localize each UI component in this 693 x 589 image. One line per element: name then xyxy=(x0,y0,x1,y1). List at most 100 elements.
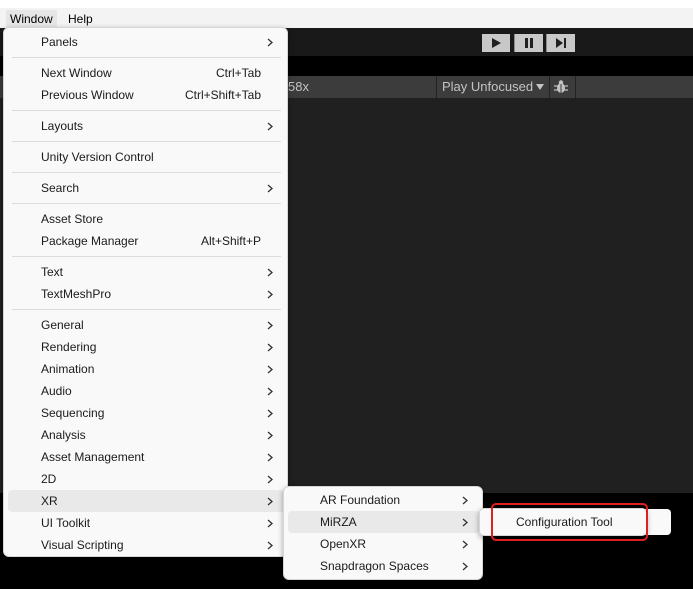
menu-item-sequencing[interactable]: Sequencing xyxy=(8,402,285,424)
play-icon xyxy=(492,38,501,48)
menu-item-label: AR Foundation xyxy=(320,493,401,507)
menu-item-textmeshpro[interactable]: TextMeshPro xyxy=(8,283,285,305)
menu-item-label: General xyxy=(41,318,84,332)
separator xyxy=(12,256,281,257)
menu-item-previous-window[interactable]: Previous Window Ctrl+Shift+Tab xyxy=(8,84,285,106)
menu-item-label: OpenXR xyxy=(320,537,367,551)
menu-item-animation[interactable]: Animation xyxy=(8,358,285,380)
menu-item-search[interactable]: Search xyxy=(8,177,285,199)
menu-item-text[interactable]: Text xyxy=(8,261,285,283)
xr-submenu: AR Foundation MiRZA OpenXR Snapdragon Sp… xyxy=(283,486,483,580)
menu-item-xr[interactable]: XR xyxy=(8,490,285,512)
shortcut-label: Ctrl+Shift+Tab xyxy=(184,88,261,102)
separator xyxy=(12,203,281,204)
separator xyxy=(12,309,281,310)
menu-item-mirza[interactable]: MiRZA xyxy=(288,511,480,533)
menu-item-label: Panels xyxy=(41,35,78,49)
chevron-right-icon xyxy=(460,555,470,577)
menu-item-label: 2D xyxy=(41,472,57,486)
menu-item-unity-version-control[interactable]: Unity Version Control xyxy=(8,146,285,168)
shortcut-label: Ctrl+Tab xyxy=(215,66,261,80)
menu-item-label: Rendering xyxy=(41,340,97,354)
menu-item-2d[interactable]: 2D xyxy=(8,468,285,490)
menu-help[interactable]: Help xyxy=(64,10,97,28)
menu-item-label: Analysis xyxy=(41,428,86,442)
menu-item-label: Snapdragon Spaces xyxy=(320,559,429,573)
menu-item-ui-toolkit[interactable]: UI Toolkit xyxy=(8,512,285,534)
chevron-right-icon xyxy=(265,424,275,446)
chevron-right-icon xyxy=(265,177,275,199)
menu-item-label: Next Window xyxy=(41,66,112,80)
highlight-annotation xyxy=(491,503,648,541)
menu-item-label: UI Toolkit xyxy=(41,516,91,530)
chevron-right-icon xyxy=(265,31,275,53)
chevron-right-icon xyxy=(265,380,275,402)
chevron-right-icon xyxy=(265,534,275,556)
play-mode-dropdown[interactable]: Play Unfocused xyxy=(437,76,549,98)
menu-item-next-window[interactable]: Next Window Ctrl+Tab xyxy=(8,62,285,84)
menu-item-label: Sequencing xyxy=(41,406,105,420)
chevron-right-icon xyxy=(460,511,470,533)
menu-item-label: TextMeshPro xyxy=(41,287,112,301)
menu-item-analysis[interactable]: Analysis xyxy=(8,424,285,446)
chevron-right-icon xyxy=(265,261,275,283)
chevron-right-icon xyxy=(265,336,275,358)
menu-item-audio[interactable]: Audio xyxy=(8,380,285,402)
menu-item-label: Text xyxy=(41,265,64,279)
chevron-right-icon xyxy=(265,115,275,137)
menu-item-label: Package Manager xyxy=(41,234,139,248)
menu-bar: Window Help xyxy=(0,0,693,28)
chevron-right-icon xyxy=(460,489,470,511)
chevron-right-icon xyxy=(265,402,275,424)
divider xyxy=(549,76,550,98)
chevron-right-icon xyxy=(265,283,275,305)
menu-item-asset-store[interactable]: Asset Store xyxy=(8,208,285,230)
separator xyxy=(12,57,281,58)
chevron-right-icon xyxy=(265,468,275,490)
menu-item-label: Previous Window xyxy=(41,88,134,102)
menu-item-general[interactable]: General xyxy=(8,314,285,336)
separator xyxy=(12,110,281,111)
menu-item-ar-foundation[interactable]: AR Foundation xyxy=(288,489,480,511)
menu-item-package-manager[interactable]: Package Manager Alt+Shift+P xyxy=(8,230,285,252)
pause-button[interactable] xyxy=(514,34,543,52)
menu-window[interactable]: Window xyxy=(6,10,57,28)
menu-item-label: Visual Scripting xyxy=(41,538,124,552)
separator xyxy=(12,172,281,173)
chevron-right-icon xyxy=(460,533,470,555)
menu-item-label: MiRZA xyxy=(320,515,357,529)
dropdown-triangle-icon xyxy=(536,84,544,90)
menu-item-label: Animation xyxy=(41,362,95,376)
menu-item-label: XR xyxy=(41,494,58,508)
menu-item-label: Asset Store xyxy=(41,212,104,226)
separator xyxy=(12,141,281,142)
chevron-right-icon xyxy=(265,490,275,512)
menu-item-label: Search xyxy=(41,181,80,195)
window-menu: Panels Next Window Ctrl+Tab Previous Win… xyxy=(3,27,288,557)
menu-item-label: Layouts xyxy=(41,119,84,133)
step-icon xyxy=(555,38,566,48)
scale-value: 58x xyxy=(288,79,309,94)
menu-item-asset-management[interactable]: Asset Management xyxy=(8,446,285,468)
play-button[interactable] xyxy=(482,34,510,52)
menu-item-label: Audio xyxy=(41,384,72,398)
divider xyxy=(575,76,576,98)
chevron-right-icon xyxy=(265,358,275,380)
bug-icon xyxy=(554,80,568,93)
menu-item-rendering[interactable]: Rendering xyxy=(8,336,285,358)
chevron-right-icon xyxy=(265,512,275,534)
chevron-right-icon xyxy=(265,446,275,468)
step-button[interactable] xyxy=(546,34,575,52)
chevron-right-icon xyxy=(265,314,275,336)
menu-item-label: Asset Management xyxy=(41,450,145,464)
debug-button[interactable] xyxy=(551,78,571,96)
pause-icon xyxy=(525,38,533,48)
menu-item-openxr[interactable]: OpenXR xyxy=(288,533,480,555)
menu-item-panels[interactable]: Panels xyxy=(8,31,285,53)
menu-item-snapdragon-spaces[interactable]: Snapdragon Spaces xyxy=(288,555,480,577)
menu-item-layouts[interactable]: Layouts xyxy=(8,115,285,137)
shortcut-label: Alt+Shift+P xyxy=(200,234,261,248)
play-mode-label: Play Unfocused xyxy=(442,79,534,94)
menu-item-label: Unity Version Control xyxy=(41,150,154,164)
menu-item-visual-scripting[interactable]: Visual Scripting xyxy=(8,534,285,556)
